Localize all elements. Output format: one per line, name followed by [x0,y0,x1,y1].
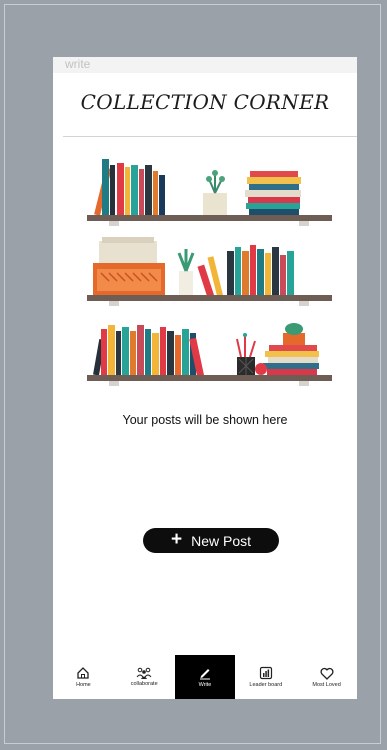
nav-item-home[interactable]: Home [53,655,114,699]
nav-label-home: Home [76,682,91,688]
nav-item-leaderboard[interactable]: Leader board [235,655,296,699]
people-icon [136,667,152,679]
route-label: write [53,57,357,73]
shelf-top [87,159,332,226]
empty-posts-message: Your posts will be shown here [122,413,288,427]
new-post-label: New Post [191,532,252,549]
bookshelves-illustration [87,159,332,386]
bottom-nav: Home collaborate Write Leader board Most… [53,655,357,699]
new-post-button[interactable]: + New Post [143,528,279,553]
nav-label-collaborate: collaborate [130,681,158,687]
plus-icon: + [170,529,183,550]
nav-label-write: Write [198,682,212,688]
nav-item-collaborate[interactable]: collaborate [114,655,175,699]
shelf-middle [87,237,332,306]
nav-label-most-loved: Most Loved [312,681,341,688]
heart-icon [320,667,334,680]
shelf-bottom [87,323,332,386]
app-screen: write COLLECTION CORNER Your posts will … [53,57,357,699]
home-icon [77,667,90,679]
nav-item-most-loved[interactable]: Most Loved [296,655,357,699]
nav-item-write[interactable]: Write [174,655,236,699]
header-divider [63,136,357,137]
nav-label-leaderboard: Leader board [249,682,283,688]
chart-icon [259,666,272,680]
page-title: COLLECTION CORNER [80,90,330,114]
pencil-icon [199,669,210,680]
